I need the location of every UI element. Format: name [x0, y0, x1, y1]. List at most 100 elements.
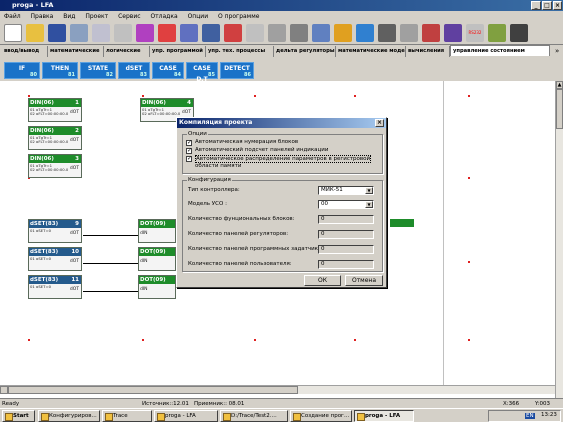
- record-icon[interactable]: [444, 24, 462, 42]
- block-header: DIN(06) 1: [29, 99, 81, 107]
- cancel-button[interactable]: Отмена: [345, 275, 383, 286]
- scroll-up-icon[interactable]: ▲: [556, 81, 563, 89]
- block-body: 01 oSET=0 dOT: [29, 228, 81, 242]
- scroll-thumb[interactable]: [556, 89, 563, 129]
- wand-icon[interactable]: [268, 24, 286, 42]
- palette-if[interactable]: IF 80: [4, 62, 40, 79]
- task-create[interactable]: Создание прог...: [290, 410, 352, 422]
- menu-options[interactable]: Опции: [184, 13, 213, 20]
- reg-panels-field[interactable]: 0: [318, 230, 374, 239]
- device-icon[interactable]: [510, 24, 528, 42]
- block-din-1[interactable]: DIN(06) 1 01 oTgTr=1 02 oFLT=00:00:00.0 dOT: [28, 98, 82, 122]
- menu-view[interactable]: Вид: [59, 13, 79, 20]
- tool-icon[interactable]: [224, 24, 242, 42]
- block-header: DIN(06) 2: [29, 127, 81, 135]
- tab-delta-regulators[interactable]: дельта регуляторы: [274, 46, 336, 57]
- palette-detect[interactable]: DETECT 86: [220, 62, 254, 79]
- scroll-left-icon[interactable]: [0, 386, 8, 394]
- status-bar: Ready Источник::12.01 Приемник:: 08.01 X…: [0, 398, 563, 408]
- controller-type-select[interactable]: МИК-51 ▼: [318, 186, 374, 195]
- user-panels-field[interactable]: 0: [318, 260, 374, 269]
- run-icon[interactable]: [334, 24, 352, 42]
- task-konfig[interactable]: Конфигуриров...: [38, 410, 100, 422]
- block-dset-9[interactable]: dSET(83) 9 01 oSET=0 dOT: [28, 219, 82, 243]
- panel-icon[interactable]: [378, 24, 396, 42]
- chip-icon[interactable]: [488, 24, 506, 42]
- compile-icon[interactable]: [180, 24, 198, 42]
- auto-distribute-checkbox[interactable]: ✓: [186, 156, 192, 162]
- tab-program-control[interactable]: упр. программой: [150, 46, 206, 57]
- block-icon[interactable]: [136, 24, 154, 42]
- block-header: DOT(09): [139, 276, 175, 284]
- block-header: DIN(06) 3: [29, 155, 81, 163]
- task-trace[interactable]: Trace: [102, 410, 152, 422]
- tab-strip: ввод/вывод математические логические упр…: [0, 45, 563, 58]
- func-blocks-field[interactable]: 0: [318, 215, 374, 224]
- block-dset-10[interactable]: dSET(83) 10 01 oSET=0 dOT: [28, 247, 82, 271]
- menu-edit[interactable]: Правка: [27, 13, 58, 20]
- palette-then[interactable]: THEN 81: [42, 62, 78, 79]
- menu-file[interactable]: Файл: [0, 13, 25, 20]
- language-indicator[interactable]: EN: [525, 413, 535, 419]
- settings-icon[interactable]: [312, 24, 330, 42]
- palette-case[interactable]: CASE 84: [152, 62, 184, 79]
- menu-project[interactable]: Проект: [81, 13, 112, 20]
- tab-math-models[interactable]: математические модели: [336, 46, 406, 57]
- block-din-2[interactable]: DIN(06) 2 01 oTgTr=1 02 oFLT=00:00:00.0 dOT: [28, 126, 82, 150]
- stop-icon[interactable]: [422, 24, 440, 42]
- save-icon[interactable]: [48, 24, 66, 42]
- h-scroll-thumb[interactable]: [8, 386, 298, 394]
- scissors-icon[interactable]: [246, 24, 264, 42]
- block-dot-1[interactable]: DOT(09) dIN: [138, 219, 176, 243]
- palette-state[interactable]: STATE 82: [80, 62, 116, 79]
- window-title: proga - LFA: [12, 1, 54, 9]
- block-dot-3[interactable]: DOT(09) dIN: [138, 275, 176, 299]
- palette-case-dt[interactable]: CASE D.T 85: [186, 62, 218, 83]
- tab-state-control[interactable]: управление состоянием: [450, 45, 550, 56]
- start-button[interactable]: Start: [2, 410, 35, 422]
- menu-service[interactable]: Сервис: [114, 13, 144, 20]
- vertical-scrollbar[interactable]: ▲: [555, 81, 563, 398]
- prog-panels-field[interactable]: 0: [318, 245, 374, 254]
- task-proga-active[interactable]: proga - LFA: [354, 410, 414, 422]
- tab-scroll-icon[interactable]: »: [555, 47, 559, 55]
- print-icon[interactable]: [70, 24, 88, 42]
- block-header: DOT(09): [139, 220, 175, 228]
- tab-tech-process[interactable]: упр. тех. процессы: [206, 46, 274, 57]
- auto-numbering-checkbox[interactable]: ✓: [186, 140, 192, 146]
- link-icon[interactable]: [290, 24, 308, 42]
- horizontal-scrollbar[interactable]: [0, 385, 555, 394]
- new-file-icon[interactable]: [4, 24, 22, 42]
- open-folder-icon[interactable]: [26, 24, 44, 42]
- block-dot-2[interactable]: DOT(09) dIN: [138, 247, 176, 271]
- tab-math[interactable]: математические: [48, 46, 104, 57]
- tab-calculations[interactable]: вычисления: [406, 46, 450, 57]
- uso-model-select[interactable]: 00 ▼: [318, 200, 374, 209]
- menu-about[interactable]: О программе: [214, 13, 263, 20]
- block-dset-11[interactable]: dSET(83) 11 01 oSET=0 dOT: [28, 275, 82, 299]
- palette-dset[interactable]: dSET 83: [118, 62, 150, 79]
- auto-count-checkbox[interactable]: ✓: [186, 148, 192, 154]
- system-tray: EN 13:23: [488, 410, 561, 422]
- tab-logic[interactable]: логические: [104, 46, 150, 57]
- rs232-icon[interactable]: RS232: [466, 24, 484, 42]
- close-button[interactable]: ×: [553, 1, 562, 10]
- tool2-icon[interactable]: [400, 24, 418, 42]
- taskbar: Start Конфигуриров... Trace proga - LFA …: [0, 408, 563, 422]
- task-proga-1[interactable]: proga - LFA: [154, 410, 218, 422]
- tab-io[interactable]: ввод/вывод: [2, 46, 48, 57]
- preview-icon[interactable]: [92, 24, 110, 42]
- dialog-close-button[interactable]: ×: [375, 119, 384, 127]
- menu-debug[interactable]: Отладка: [146, 13, 181, 20]
- chevron-down-icon: ▼: [365, 187, 373, 194]
- block-din-3[interactable]: DIN(06) 3 01 oTgTr=1 02 oFLT=00:00:00.0 dOT: [28, 154, 82, 178]
- load-icon[interactable]: [202, 24, 220, 42]
- cut-icon[interactable]: [114, 24, 132, 42]
- maximize-button[interactable]: □: [542, 1, 552, 10]
- task-trace-path[interactable]: D:/Trace/Test2....: [220, 410, 288, 422]
- delete-icon[interactable]: [158, 24, 176, 42]
- minimize-button[interactable]: _: [531, 1, 541, 10]
- block-body: 01 oSET=0 dOT: [29, 284, 81, 298]
- ok-button[interactable]: ОК: [304, 275, 341, 286]
- monitor-icon[interactable]: [356, 24, 374, 42]
